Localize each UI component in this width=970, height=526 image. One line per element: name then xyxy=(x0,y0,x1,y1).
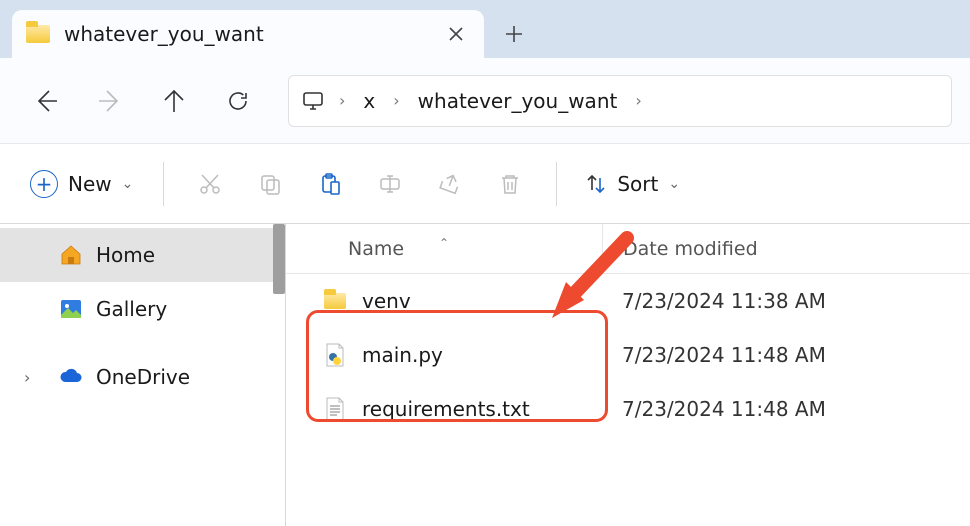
tab-title: whatever_you_want xyxy=(64,22,430,46)
share-button xyxy=(422,159,478,209)
cloud-icon xyxy=(58,364,84,390)
breadcrumb[interactable]: › x › whatever_you_want › xyxy=(288,75,952,127)
refresh-button[interactable] xyxy=(210,76,266,126)
chevron-right-icon[interactable]: › xyxy=(627,91,649,110)
text-file-icon xyxy=(322,396,348,422)
new-label: New xyxy=(68,172,112,196)
breadcrumb-segment[interactable]: x xyxy=(359,89,379,113)
python-file-icon xyxy=(322,342,348,368)
gallery-icon xyxy=(58,296,84,322)
sidebar-item-label: Home xyxy=(96,243,155,267)
divider xyxy=(556,162,557,206)
sidebar-item-label: OneDrive xyxy=(96,365,190,389)
folder-icon xyxy=(26,25,50,43)
file-date: 7/23/2024 11:48 AM xyxy=(602,397,970,421)
copy-button xyxy=(242,159,298,209)
sidebar: Home Gallery › OneDrive xyxy=(0,224,286,526)
back-button[interactable] xyxy=(18,76,74,126)
sidebar-item-home[interactable]: Home xyxy=(0,228,285,282)
chevron-down-icon: ⌄ xyxy=(668,176,680,192)
sidebar-item-label: Gallery xyxy=(96,297,167,321)
column-headers: ⌃ Name Date modified xyxy=(286,224,970,274)
chevron-right-icon[interactable]: › xyxy=(385,91,407,110)
sort-indicator-icon: ⌃ xyxy=(439,236,449,250)
chevron-right-icon[interactable]: › xyxy=(24,368,46,387)
main-area: Home Gallery › OneDrive ⌃ Name Date modi… xyxy=(0,224,970,526)
divider xyxy=(163,162,164,206)
nav-bar: › x › whatever_you_want › xyxy=(0,58,970,144)
new-button[interactable]: + New ⌄ xyxy=(18,164,145,204)
sort-button[interactable]: Sort ⌄ xyxy=(575,166,690,202)
sidebar-item-gallery[interactable]: Gallery xyxy=(0,282,285,336)
scrollbar[interactable] xyxy=(273,224,285,294)
sort-icon xyxy=(585,173,607,195)
sidebar-item-onedrive[interactable]: › OneDrive xyxy=(0,350,285,404)
column-name[interactable]: ⌃ Name xyxy=(286,238,602,260)
forward-button xyxy=(82,76,138,126)
list-item[interactable]: main.py 7/23/2024 11:48 AM xyxy=(286,328,970,382)
list-item[interactable]: requirements.txt 7/23/2024 11:48 AM xyxy=(286,382,970,436)
column-date[interactable]: Date modified xyxy=(602,224,970,273)
chevron-right-icon[interactable]: › xyxy=(331,91,353,110)
sort-label: Sort xyxy=(617,172,658,196)
file-date: 7/23/2024 11:38 AM xyxy=(602,289,970,313)
close-icon[interactable] xyxy=(444,22,468,46)
plus-circle-icon: + xyxy=(30,170,58,198)
home-icon xyxy=(58,242,84,268)
breadcrumb-segment[interactable]: whatever_you_want xyxy=(414,89,622,113)
file-date: 7/23/2024 11:48 AM xyxy=(602,343,970,367)
up-button[interactable] xyxy=(146,76,202,126)
new-tab-button[interactable] xyxy=(494,14,534,54)
tab-bar: whatever_you_want xyxy=(0,0,970,58)
folder-icon xyxy=(322,288,348,314)
paste-button[interactable] xyxy=(302,159,358,209)
cut-button xyxy=(182,159,238,209)
file-list: ⌃ Name Date modified venv 7/23/2024 11:3… xyxy=(286,224,970,526)
list-item[interactable]: venv 7/23/2024 11:38 AM xyxy=(286,274,970,328)
file-name: requirements.txt xyxy=(362,397,530,421)
delete-button xyxy=(482,159,538,209)
file-name: main.py xyxy=(362,343,443,367)
chevron-down-icon: ⌄ xyxy=(122,176,134,192)
file-name: venv xyxy=(362,289,411,313)
monitor-icon xyxy=(301,90,325,112)
window-tab[interactable]: whatever_you_want xyxy=(12,10,484,58)
rename-button xyxy=(362,159,418,209)
toolbar: + New ⌄ Sort ⌄ xyxy=(0,144,970,224)
